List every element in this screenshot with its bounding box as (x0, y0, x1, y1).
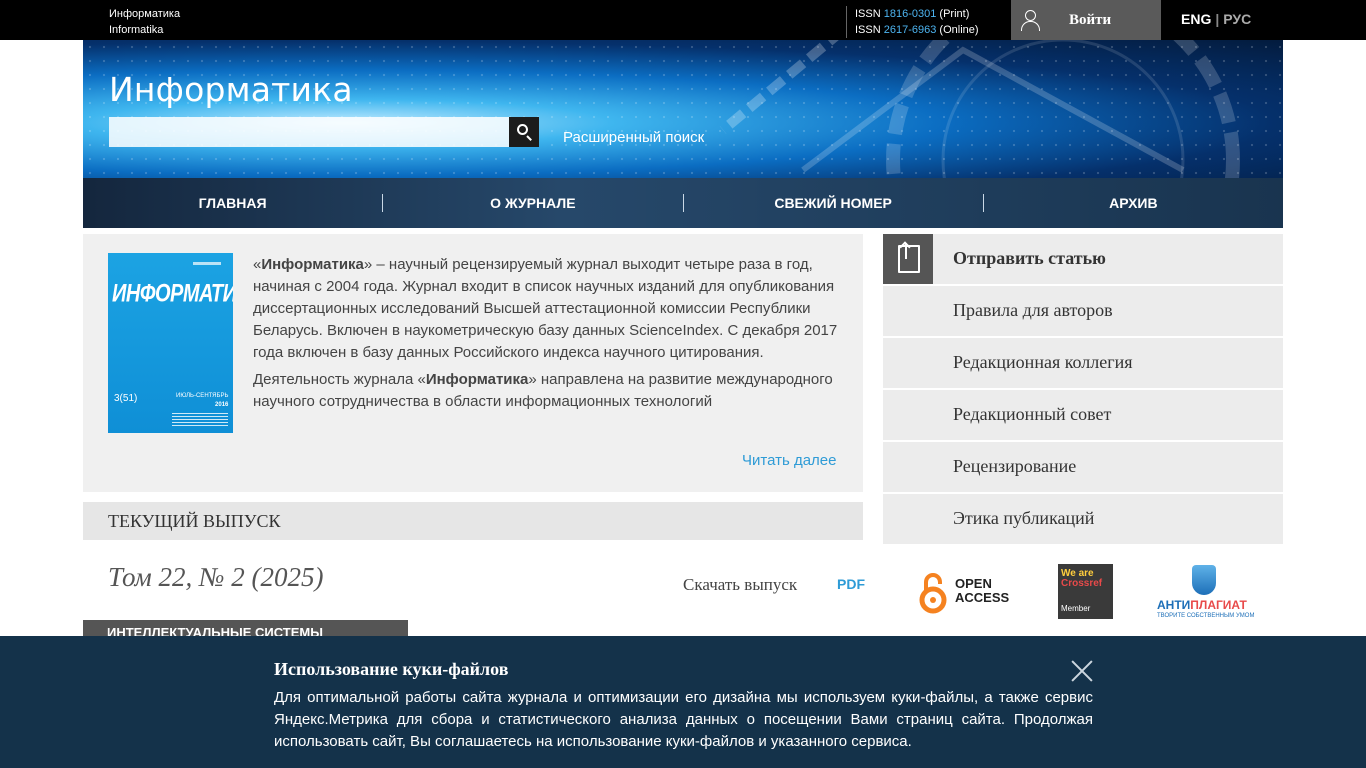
issn-online-suffix: (Online) (939, 24, 979, 36)
sidebar-item-label: Правила для авторов (953, 300, 1113, 320)
cover-date: ИЮЛЬ-СЕНТЯБРЬ 2016 (176, 392, 228, 410)
current-issue-header: ТЕКУЩИЙ ВЫПУСК (83, 502, 863, 540)
cookie-text: Для оптимальной работы сайта журнала и о… (274, 689, 1093, 750)
site-names[interactable]: Информатика Informatika (109, 6, 180, 38)
nav-item-about[interactable]: О ЖУРНАЛЕ (383, 195, 682, 211)
sidebar-item-publication-ethics[interactable]: Этика публикаций (883, 494, 1283, 544)
login-label: Войти (1069, 11, 1112, 28)
cookie-banner: Использование куки-файлов Для оптимально… (0, 636, 1366, 768)
cookie-title: Использование куки-файлов (274, 659, 509, 679)
issue-title-link[interactable]: Том 22, № 2 (2025) (108, 562, 323, 593)
issn-online-prefix: ISSN (855, 24, 881, 36)
crossref-line-2: Crossref (1061, 578, 1103, 589)
cover-issue: 3(51) (114, 393, 138, 404)
download-issue-label: Скачать выпуск (683, 575, 798, 594)
issn-online-link[interactable]: 2617-6963 (884, 24, 937, 36)
sidebar-item-submit-article[interactable]: Отправить статью (883, 234, 1283, 284)
lang-rus-link[interactable]: РУС (1223, 11, 1251, 27)
sidebar-item-peer-review[interactable]: Рецензирование (883, 442, 1283, 492)
cover-issn-strip (193, 262, 221, 265)
antiplagiat-logo[interactable]: АНТИПЛАГИАТ ТВОРИТЕ СОБСТВЕННЫМ УМОМ (1157, 565, 1257, 625)
about-p2-journal-name: Информатика (425, 371, 529, 388)
sidebar-item-label: Рецензирование (953, 456, 1077, 476)
main-nav: ГЛАВНАЯ О ЖУРНАЛЕ СВЕЖИЙ НОМЕР АРХИВ (83, 178, 1283, 228)
sidebar-item-label: Отправить статью (953, 248, 1106, 268)
crossref-line-3: Member (1061, 604, 1091, 613)
site-title[interactable]: Информатика (109, 70, 353, 109)
antiplagiat-name-part-2: ПЛАГИАТ (1190, 598, 1247, 612)
site-name-en[interactable]: Informatika (109, 22, 180, 38)
cover-lines (172, 413, 228, 427)
about-paragraph-1: «Информатика» – научный рецензируемый жу… (253, 254, 843, 364)
nav-item-latest-issue[interactable]: СВЕЖИЙ НОМЕР (684, 195, 983, 211)
open-access-logo[interactable]: OPEN ACCESS (955, 577, 1009, 605)
sidebar-item-label: Этика публикаций (953, 508, 1095, 528)
sidebar-item-editorial-board[interactable]: Редакционная коллегия (883, 338, 1283, 388)
advanced-search-link[interactable]: Расширенный поиск (563, 129, 704, 146)
cover-date-year: 2016 (215, 402, 229, 408)
nav-item-home[interactable]: ГЛАВНАЯ (83, 195, 382, 211)
about-panel: ИНФОРМАТИКА 3(51) ИЮЛЬ-СЕНТЯБРЬ 2016 «Ин… (83, 234, 863, 492)
header-banner: Информатика Расширенный поиск (83, 40, 1283, 178)
about-p1-journal-name: Информатика (261, 256, 364, 273)
search-button[interactable] (509, 117, 539, 147)
issn-print-suffix: (Print) (939, 8, 970, 20)
lang-eng-link[interactable]: ENG (1181, 11, 1211, 27)
open-access-line-1: OPEN (955, 576, 992, 591)
sidebar-item-label: Редакционный совет (953, 404, 1112, 424)
about-text: «Информатика» – научный рецензируемый жу… (253, 254, 843, 446)
open-access-line-2: ACCESS (955, 590, 1010, 605)
journal-cover-image[interactable]: ИНФОРМАТИКА 3(51) ИЮЛЬ-СЕНТЯБРЬ 2016 (108, 253, 233, 433)
issn-print-link[interactable]: 1816-0301 (884, 8, 937, 20)
antiplagiat-slogan: ТВОРИТЕ СОБСТВЕННЫМ УМОМ (1157, 613, 1255, 619)
nav-item-archive[interactable]: АРХИВ (984, 195, 1283, 211)
sidebar-item-author-guidelines[interactable]: Правила для авторов (883, 286, 1283, 336)
antiplagiat-name: АНТИПЛАГИАТ (1157, 598, 1247, 612)
site-name-ru[interactable]: Информатика (109, 6, 180, 22)
user-icon (1021, 9, 1041, 31)
about-paragraph-2: Деятельность журнала «Информатика» напра… (253, 369, 843, 413)
issn-block: ISSN 1816-0301 (Print) ISSN 2617-6963 (O… (846, 6, 979, 38)
language-switcher: ENG | РУС (1181, 11, 1251, 27)
crossref-logo[interactable]: We are Crossref Member (1058, 564, 1113, 619)
read-more-link[interactable]: Читать далее (742, 452, 836, 469)
top-bar: Информатика Informatika ISSN 1816-0301 (… (0, 0, 1366, 40)
banner-decoration (719, 40, 1240, 178)
pdf-download-link[interactable]: PDF (837, 576, 865, 592)
sidebar-menu: Отправить статью Правила для авторов Ред… (883, 234, 1283, 546)
cover-title: ИНФОРМАТИКА (112, 280, 233, 308)
search-input[interactable] (109, 117, 509, 147)
login-button[interactable]: Войти (1011, 0, 1161, 40)
sidebar-item-label: Редакционная коллегия (953, 352, 1133, 372)
shield-icon (1192, 565, 1216, 595)
upload-document-icon (883, 234, 933, 284)
issn-print: ISSN 1816-0301 (Print) (855, 6, 979, 22)
lang-separator: | (1215, 11, 1220, 27)
about-p2-start: Деятельность журнала « (253, 371, 426, 388)
antiplagiat-name-part-1: АНТИ (1157, 598, 1191, 612)
issn-online: ISSN 2617-6963 (Online) (855, 22, 979, 38)
cover-date-months: ИЮЛЬ-СЕНТЯБРЬ (176, 393, 229, 399)
sidebar-item-editorial-council[interactable]: Редакционный совет (883, 390, 1283, 440)
issn-print-prefix: ISSN (855, 8, 881, 20)
current-issue-heading: ТЕКУЩИЙ ВЫПУСК (108, 511, 281, 531)
close-icon[interactable] (1071, 660, 1093, 682)
